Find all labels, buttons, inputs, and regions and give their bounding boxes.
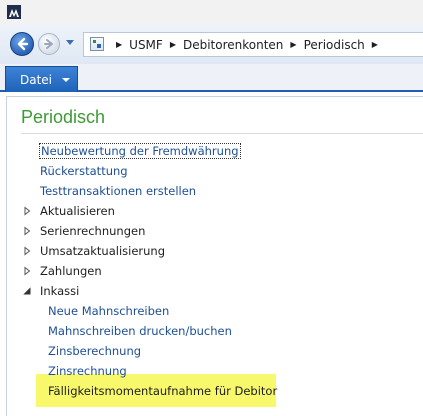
navigation-bar: ▶ USMF ▶ Debitorenkonten ▶ Periodisch ▶ bbox=[0, 24, 423, 64]
link-faelligkeitsmomentaufnahme[interactable]: Fälligkeitsmomentaufnahme für Debitor bbox=[48, 384, 277, 398]
window-title-bar bbox=[0, 0, 423, 25]
link-rueckerstattung[interactable]: Rückerstattung bbox=[40, 164, 128, 178]
list-item: Rückerstattung bbox=[40, 162, 128, 180]
history-dropdown-icon[interactable] bbox=[66, 40, 74, 45]
expand-arrow-icon[interactable] bbox=[22, 226, 32, 236]
expand-arrow-icon[interactable] bbox=[22, 266, 32, 276]
list-item: Fälligkeitsmomentaufnahme für Debitor bbox=[48, 382, 277, 400]
list-item: Mahnschreiben drucken/buchen bbox=[48, 322, 232, 340]
dynamics-logo-icon[interactable] bbox=[7, 5, 21, 19]
datei-tab[interactable]: Datei bbox=[5, 66, 78, 92]
breadcrumb-separator-icon[interactable]: ▶ bbox=[116, 40, 122, 49]
link-mahnschreiben-drucken[interactable]: Mahnschreiben drucken/buchen bbox=[48, 324, 232, 338]
group-umsatzaktualisierung[interactable]: Umsatzaktualisierung bbox=[22, 242, 165, 260]
datei-label: Datei bbox=[20, 72, 53, 87]
forward-button[interactable] bbox=[38, 33, 60, 55]
page-icon bbox=[90, 37, 104, 51]
collapse-arrow-icon[interactable] bbox=[22, 286, 32, 296]
breadcrumb-periodisch[interactable]: Periodisch bbox=[304, 38, 365, 52]
link-neubewertung[interactable]: Neubewertung der Fremdwährung bbox=[39, 143, 241, 159]
expand-arrow-icon[interactable] bbox=[22, 206, 32, 216]
breadcrumb-separator-icon[interactable]: ▶ bbox=[170, 40, 176, 49]
group-serienrechnungen[interactable]: Serienrechnungen bbox=[22, 222, 145, 240]
list-item: Zinsrechnung bbox=[48, 362, 127, 380]
list-item: Testtransaktionen erstellen bbox=[40, 182, 196, 200]
back-button[interactable] bbox=[10, 32, 34, 56]
group-aktualisieren[interactable]: Aktualisieren bbox=[22, 202, 115, 220]
link-zinsberechnung[interactable]: Zinsberechnung bbox=[48, 344, 141, 358]
address-bar[interactable]: ▶ USMF ▶ Debitorenkonten ▶ Periodisch ▶ bbox=[83, 32, 423, 57]
list-item: Neue Mahnschreiben bbox=[48, 302, 169, 320]
expand-arrow-icon[interactable] bbox=[22, 246, 32, 256]
breadcrumb-separator-icon[interactable]: ▶ bbox=[372, 40, 378, 49]
breadcrumb: ▶ USMF ▶ Debitorenkonten ▶ Periodisch ▶ bbox=[109, 33, 385, 56]
list-item: Zinsberechnung bbox=[48, 342, 141, 360]
back-arrow-icon bbox=[17, 37, 29, 51]
breadcrumb-separator-icon[interactable]: ▶ bbox=[290, 40, 296, 49]
link-zinsrechnung[interactable]: Zinsrechnung bbox=[48, 364, 127, 378]
breadcrumb-usmf[interactable]: USMF bbox=[129, 38, 163, 52]
link-neue-mahnschreiben[interactable]: Neue Mahnschreiben bbox=[48, 304, 169, 318]
title-divider bbox=[21, 133, 423, 134]
forward-arrow-icon bbox=[44, 39, 53, 49]
page-title: Periodisch bbox=[21, 107, 106, 127]
group-label: Inkassi bbox=[40, 284, 80, 298]
group-label: Aktualisieren bbox=[40, 204, 115, 218]
breadcrumb-debitorenkonten[interactable]: Debitorenkonten bbox=[183, 38, 283, 52]
group-zahlungen[interactable]: Zahlungen bbox=[22, 262, 102, 280]
list-item: Neubewertung der Fremdwährung bbox=[39, 142, 241, 160]
link-testtransaktionen[interactable]: Testtransaktionen erstellen bbox=[40, 184, 196, 198]
group-label: Serienrechnungen bbox=[40, 224, 146, 238]
content-pane: Periodisch Neubewertung der Fremdwährung… bbox=[6, 96, 423, 416]
group-label: Zahlungen bbox=[40, 264, 102, 278]
group-label: Umsatzaktualisierung bbox=[40, 244, 166, 258]
group-inkassi[interactable]: Inkassi bbox=[22, 282, 79, 300]
chevron-down-icon bbox=[62, 78, 70, 82]
